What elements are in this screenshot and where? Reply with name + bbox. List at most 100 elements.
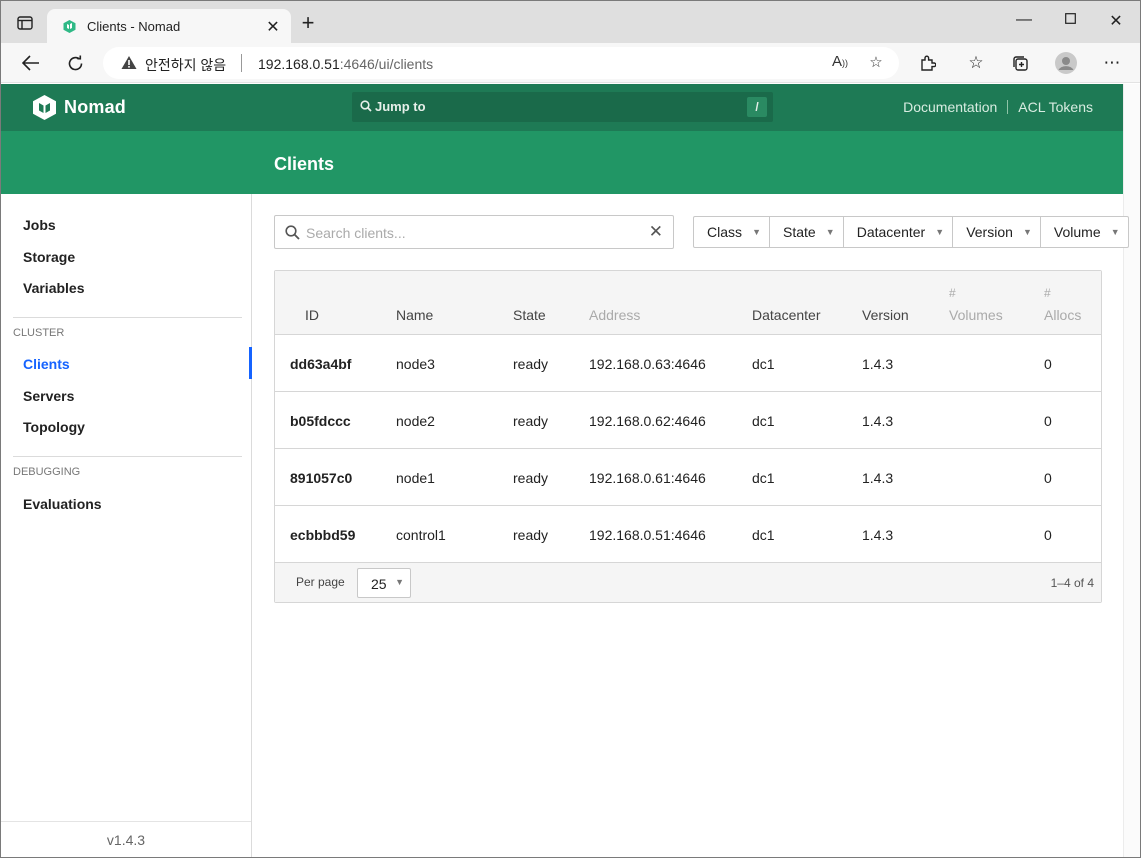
app-version: v1.4.3 [1, 821, 251, 857]
filter-label: Version [966, 224, 1013, 240]
pagination-count: 1–4 of 4 [1050, 576, 1094, 590]
documentation-link[interactable]: Documentation [903, 99, 997, 115]
sidebar-item-storage[interactable]: Storage [23, 249, 75, 265]
nomad-favicon-icon [63, 20, 76, 33]
title-bar: Clients - Nomad ✕ + — ✕ [1, 1, 1140, 43]
filter-dropdowns: Class ▼ State ▼ Datacenter ▼ Version ▼ Volum… [693, 216, 1129, 248]
browser-window: Clients - Nomad ✕ + — ✕ 안전하지 않음 192.168.… [0, 0, 1141, 858]
caret-down-icon: ▼ [825, 227, 835, 237]
client-address: 192.168.0.63:4646 [589, 356, 706, 372]
client-address: 192.168.0.51:4646 [589, 527, 706, 543]
sidebar-item-clients[interactable]: Clients [23, 356, 70, 372]
nomad-header: Nomad Jump to / Documentation ACL Tokens [1, 84, 1123, 131]
client-name: node3 [396, 356, 435, 372]
column-header-name[interactable]: Name [396, 307, 433, 323]
url-text[interactable]: 192.168.0.51:4646/ui/clients [258, 56, 433, 72]
client-id[interactable]: b05fdccc [290, 413, 351, 429]
client-datacenter: dc1 [752, 413, 775, 429]
per-page-select[interactable]: 25 ▼ [357, 568, 411, 598]
client-id[interactable]: ecbbbd59 [290, 527, 355, 543]
column-header-address: Address [589, 307, 641, 323]
table-row[interactable]: b05fdccc node2 ready 192.168.0.62:4646 d… [275, 392, 1101, 449]
client-allocs: 0 [1044, 470, 1052, 486]
client-state: ready [513, 470, 549, 486]
browser-toolbar: 안전하지 않음 192.168.0.51:4646/ui/clients A))… [1, 43, 1140, 83]
new-tab-icon[interactable]: + [297, 12, 319, 34]
column-header-version[interactable]: Version [862, 307, 909, 323]
sidebar-item-evaluations[interactable]: Evaluations [23, 496, 102, 512]
tab-title: Clients - Nomad [87, 19, 181, 34]
filter-label: Volume [1053, 224, 1101, 240]
client-allocs: 0 [1044, 356, 1052, 372]
table-row[interactable]: ecbbbd59 control1 ready 192.168.0.51:464… [275, 506, 1101, 563]
page-title: Clients [274, 154, 335, 174]
clients-table: ID Name State Address Datacenter Version… [274, 270, 1102, 603]
sidebar-item-servers[interactable]: Servers [23, 388, 74, 404]
maximize-icon[interactable] [1058, 11, 1082, 29]
page-title-bar: Clients [1, 131, 1123, 194]
sidebar-divider [13, 317, 242, 318]
client-state: ready [513, 413, 549, 429]
more-menu-icon[interactable]: ⋯ [1100, 51, 1124, 75]
table-row[interactable]: 891057c0 node1 ready 192.168.0.61:4646 d… [275, 449, 1101, 506]
favorites-icon[interactable]: ☆ [964, 51, 988, 75]
filter-label: Class [707, 224, 743, 240]
filter-state-dropdown[interactable]: State ▼ [770, 217, 844, 247]
caret-down-icon: ▼ [935, 227, 945, 237]
search-input[interactable] [306, 222, 636, 244]
jump-to-search[interactable]: Jump to / [352, 92, 773, 122]
client-datacenter: dc1 [752, 356, 775, 372]
search-icon [285, 225, 300, 240]
table-footer: Per page 25 ▼ 1–4 of 4 [275, 563, 1101, 602]
client-id[interactable]: 891057c0 [290, 470, 352, 486]
column-header-datacenter[interactable]: Datacenter [752, 307, 820, 323]
column-header-volumes: Volumes [949, 307, 1003, 323]
address-bar[interactable]: 안전하지 않음 192.168.0.51:4646/ui/clients A))… [103, 47, 899, 79]
tab-actions-icon[interactable] [15, 15, 35, 31]
back-arrow-icon[interactable] [19, 51, 43, 75]
caret-down-icon: ▼ [1022, 227, 1032, 237]
browser-tab[interactable]: Clients - Nomad ✕ [47, 9, 291, 43]
caret-down-icon: ▼ [752, 227, 762, 237]
client-allocs: 0 [1044, 527, 1052, 543]
column-header-id[interactable]: ID [305, 307, 319, 323]
warning-icon[interactable] [121, 55, 137, 70]
tab-close-icon[interactable]: ✕ [265, 17, 281, 37]
nomad-logo[interactable]: Nomad [33, 95, 126, 120]
sidebar-item-jobs[interactable]: Jobs [23, 217, 56, 233]
page-scrollbar[interactable] [1123, 84, 1140, 857]
collections-icon[interactable] [1008, 51, 1032, 75]
jump-to-label: Jump to [375, 99, 426, 114]
read-aloud-icon[interactable]: A)) [830, 53, 850, 70]
filter-volume-dropdown[interactable]: Volume ▼ [1041, 217, 1128, 247]
column-header-state[interactable]: State [513, 307, 546, 323]
filter-class-dropdown[interactable]: Class ▼ [694, 217, 771, 247]
refresh-icon[interactable] [63, 51, 87, 75]
column-header-volumes-hash: # [949, 286, 956, 300]
filter-datacenter-dropdown[interactable]: Datacenter ▼ [844, 217, 954, 247]
header-links: Documentation ACL Tokens [903, 99, 1093, 115]
client-version: 1.4.3 [862, 413, 894, 429]
nomad-logo-icon [33, 95, 56, 120]
client-state: ready [513, 356, 549, 372]
search-icon [360, 100, 372, 112]
sidebar-item-topology[interactable]: Topology [23, 419, 85, 435]
client-name: control1 [396, 527, 446, 543]
client-id[interactable]: dd63a4bf [290, 356, 351, 372]
client-name: node2 [396, 413, 435, 429]
close-window-icon[interactable]: ✕ [1104, 11, 1128, 31]
table-row[interactable]: dd63a4bf node3 ready 192.168.0.63:4646 d… [275, 335, 1101, 392]
add-favorite-icon[interactable]: ☆ [866, 53, 886, 71]
filter-version-dropdown[interactable]: Version ▼ [953, 217, 1041, 247]
minimize-icon[interactable]: — [1012, 11, 1036, 29]
sidebar-item-variables[interactable]: Variables [23, 280, 85, 296]
profile-avatar-icon[interactable] [1054, 51, 1078, 75]
acl-tokens-link[interactable]: ACL Tokens [1018, 99, 1093, 115]
table-header: ID Name State Address Datacenter Version… [275, 271, 1101, 335]
extensions-icon[interactable] [915, 51, 939, 75]
per-page-label: Per page [296, 575, 345, 589]
client-allocs: 0 [1044, 413, 1052, 429]
security-label[interactable]: 안전하지 않음 [145, 55, 226, 75]
clear-search-icon[interactable]: ✕ [649, 222, 663, 242]
client-datacenter: dc1 [752, 470, 775, 486]
